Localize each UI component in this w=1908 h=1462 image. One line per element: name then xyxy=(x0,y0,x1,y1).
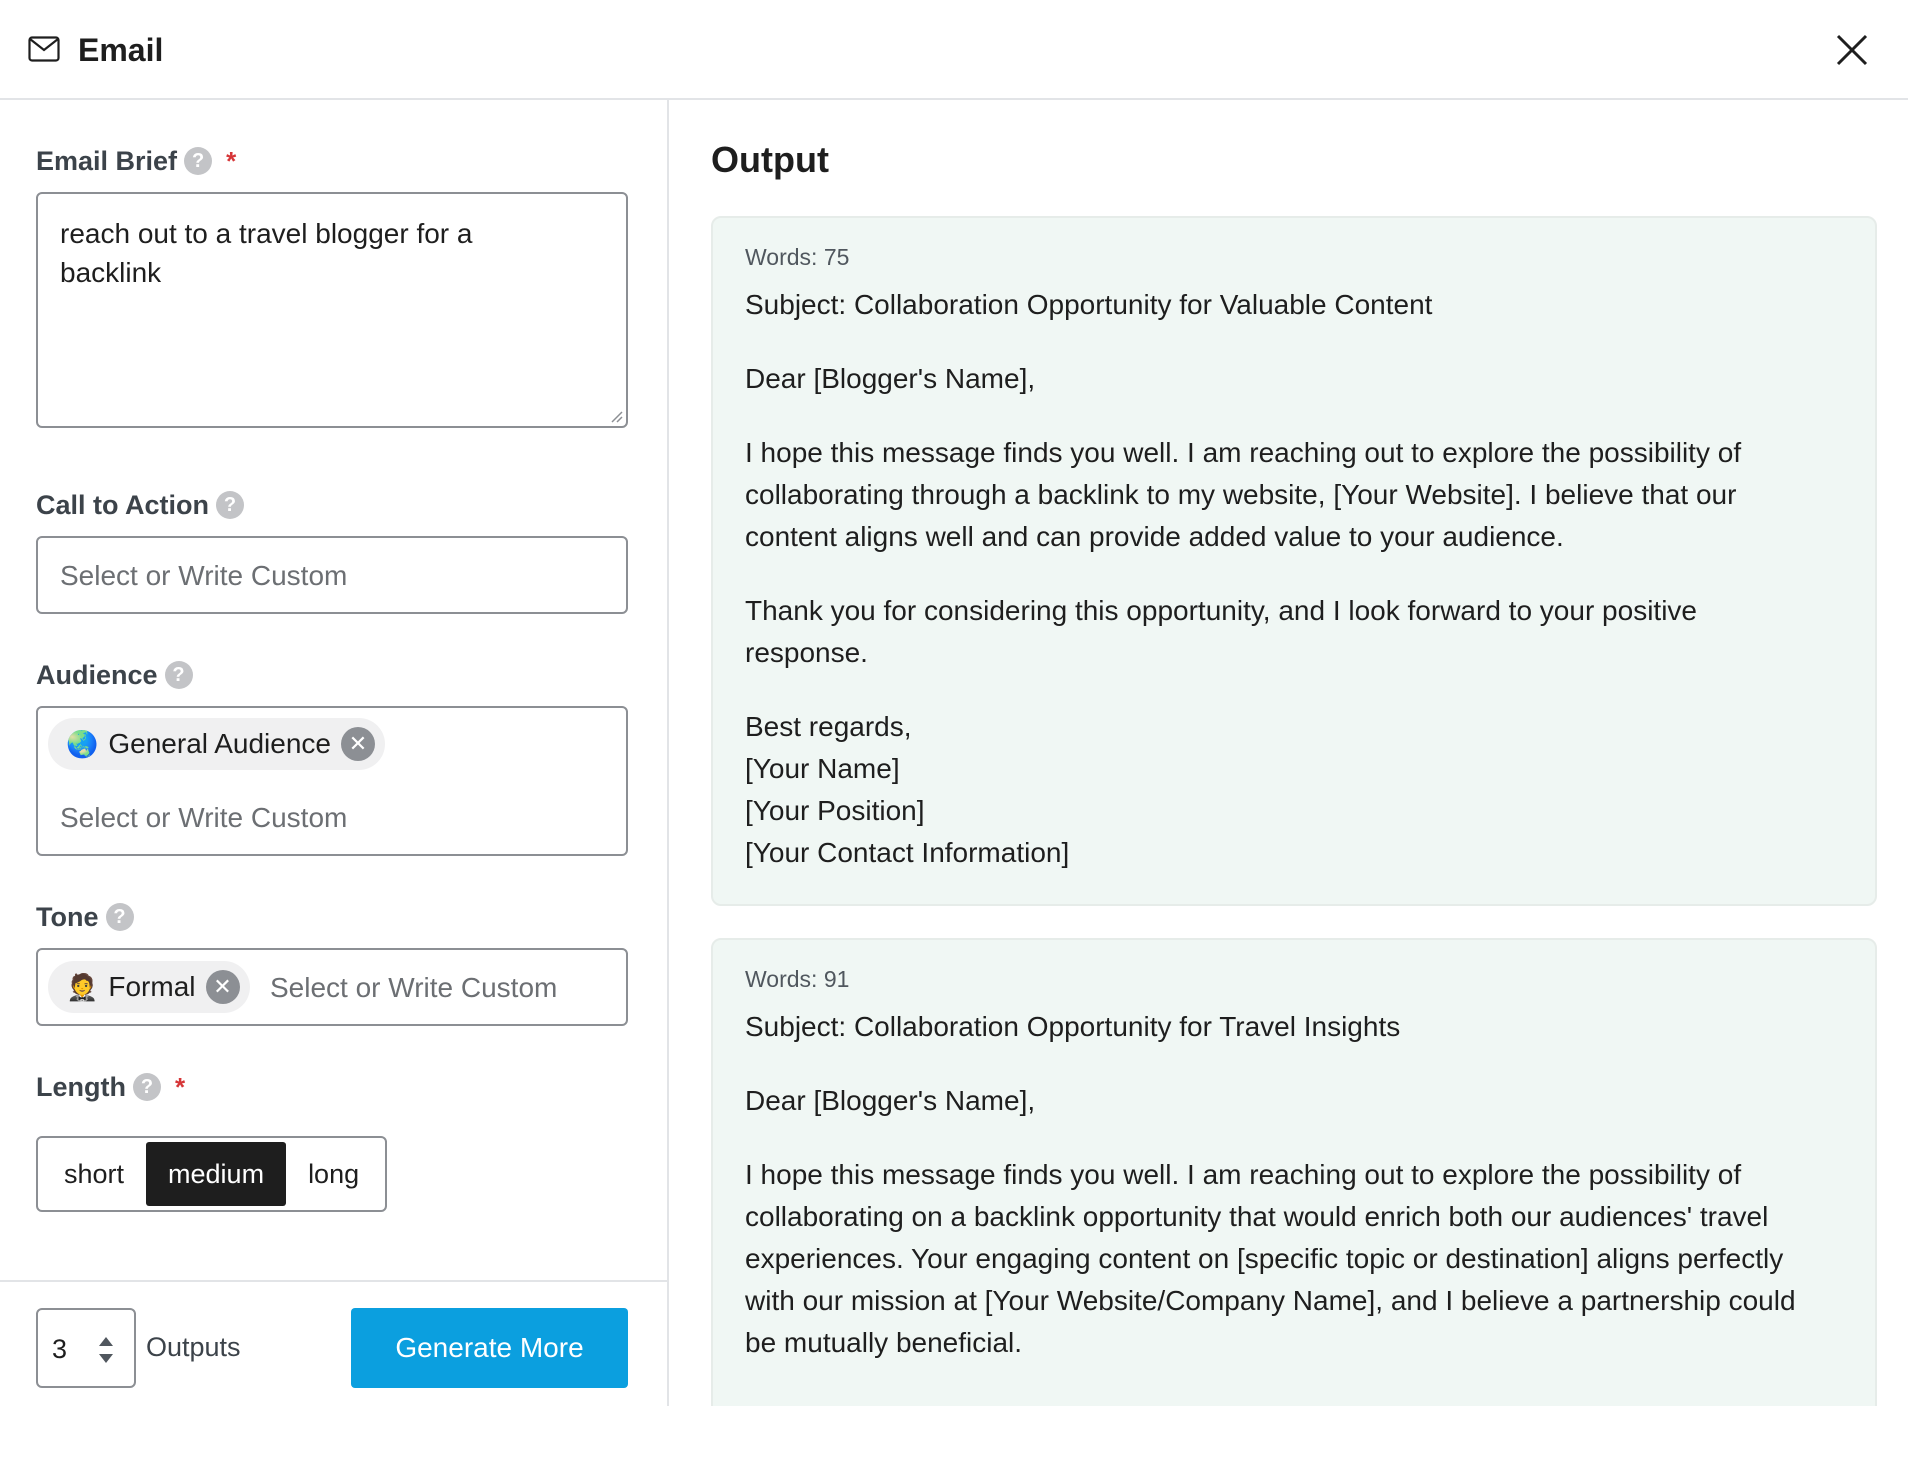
email-line: [Your Contact Information] xyxy=(745,837,1070,868)
email-line: collaborating on a backlink opportunity … xyxy=(745,1201,1769,1232)
outputs-label: Outputs xyxy=(146,1332,241,1362)
call-to-action-label: Call to Action ? xyxy=(36,488,244,522)
tone-label-text: Tone xyxy=(36,902,99,932)
resize-handle-icon[interactable] xyxy=(609,409,623,423)
email-subject: Subject: Collaboration Opportunity for V… xyxy=(745,289,1433,320)
modal-title: Email xyxy=(78,32,164,68)
length-segmented-control: short medium long xyxy=(36,1136,388,1212)
email-line: experiences. Your engaging content on [s… xyxy=(745,1243,1784,1274)
audience-input[interactable]: 🌏 General Audience ✕ Select or Write Cus… xyxy=(36,706,628,856)
output-panel: Output Words: 75 Subject: Collaboration … xyxy=(671,100,1908,1406)
tone-placeholder: Select or Write Custom xyxy=(270,972,558,1003)
email-brief-textarea[interactable]: reach out to a travel blogger for a back… xyxy=(36,192,628,428)
close-icon[interactable] xyxy=(1832,30,1872,70)
outputs-count-value: 3 xyxy=(52,1334,68,1364)
help-icon[interactable]: ? xyxy=(132,1073,161,1101)
outputs-count-stepper[interactable]: 3 xyxy=(36,1308,136,1388)
email-brief-value-line: reach out to a travel blogger for a xyxy=(60,218,473,249)
word-count: Words: 75 xyxy=(745,244,850,270)
email-line: I hope this message finds you well. I am… xyxy=(745,1159,1742,1190)
email-line: Best regards, xyxy=(745,711,912,742)
email-modal: Email Email Brief ? * reach out to a tra… xyxy=(0,0,1908,1406)
length-option-short[interactable]: short xyxy=(42,1142,146,1206)
email-greeting: Dear [Blogger's Name], xyxy=(745,1085,1036,1116)
email-brief-value-line: backlink xyxy=(60,257,162,288)
person-in-tuxedo-icon: 🤵 xyxy=(66,971,99,1002)
email-brief-label: Email Brief ? * xyxy=(36,144,236,178)
tone-chip-label: Formal xyxy=(108,971,196,1002)
tone-label: Tone ? xyxy=(36,900,134,934)
audience-placeholder: Select or Write Custom xyxy=(60,802,348,833)
email-line: Thank you for considering this opportuni… xyxy=(745,595,1697,626)
length-label-text: Length xyxy=(36,1072,126,1102)
email-brief-label-text: Email Brief xyxy=(36,146,178,176)
envelope-icon xyxy=(28,36,60,62)
call-to-action-placeholder: Select or Write Custom xyxy=(60,560,348,591)
length-option-long[interactable]: long xyxy=(286,1142,381,1206)
call-to-action-label-text: Call to Action xyxy=(36,490,209,520)
audience-label: Audience ? xyxy=(36,658,193,692)
length-label: Length ? * xyxy=(36,1070,185,1104)
required-mark: * xyxy=(174,1072,186,1102)
remove-chip-icon[interactable]: ✕ xyxy=(340,727,375,761)
email-line: I hope this message finds you well. I am… xyxy=(745,437,1742,468)
remove-chip-icon[interactable]: ✕ xyxy=(205,970,240,1004)
globe-icon: 🌏 xyxy=(66,728,99,759)
length-option-medium[interactable]: medium xyxy=(146,1142,287,1206)
output-card: Words: 91 Subject: Collaboration Opportu… xyxy=(711,938,1877,1406)
help-icon[interactable]: ? xyxy=(216,491,244,519)
form-footer: 3 Outputs Generate More xyxy=(0,1280,667,1406)
call-to-action-input[interactable]: Select or Write Custom xyxy=(36,536,628,614)
tone-input[interactable]: 🤵 Formal ✕ Select or Write Custom xyxy=(36,948,628,1026)
audience-label-text: Audience xyxy=(36,660,158,690)
email-line: [Your Position] xyxy=(745,795,925,826)
email-body: Subject: Collaboration Opportunity for T… xyxy=(745,1006,1843,1364)
email-line: be mutually beneficial. xyxy=(745,1327,1023,1358)
email-paragraph: I hope this message finds you well. I am… xyxy=(745,1154,1843,1364)
email-line: [Your Name] xyxy=(745,753,900,784)
audience-chip: 🌏 General Audience ✕ xyxy=(48,718,385,770)
email-body: Subject: Collaboration Opportunity for V… xyxy=(745,284,1843,874)
output-card: Words: 75 Subject: Collaboration Opportu… xyxy=(711,216,1877,906)
modal-header: Email xyxy=(0,0,1908,100)
email-line: with our mission at [Your Website/Compan… xyxy=(745,1285,1796,1316)
email-signoff: Best regards, [Your Name] [Your Position… xyxy=(745,706,1843,874)
help-icon[interactable]: ? xyxy=(184,147,213,175)
help-icon[interactable]: ? xyxy=(164,661,193,689)
email-greeting: Dear [Blogger's Name], xyxy=(745,363,1036,394)
generate-more-button[interactable]: Generate More xyxy=(351,1308,628,1388)
email-paragraph: I hope this message finds you well. I am… xyxy=(745,432,1843,558)
tone-chip: 🤵 Formal ✕ xyxy=(48,961,250,1013)
required-mark: * xyxy=(226,146,237,176)
stepper-arrows-icon[interactable] xyxy=(96,1334,116,1366)
email-subject: Subject: Collaboration Opportunity for T… xyxy=(745,1011,1401,1042)
email-line: content aligns well and can provide adde… xyxy=(745,521,1564,552)
form-panel: Email Brief ? * reach out to a travel bl… xyxy=(0,100,669,1406)
email-paragraph: Thank you for considering this opportuni… xyxy=(745,590,1843,674)
output-title: Output xyxy=(711,139,829,180)
word-count: Words: 91 xyxy=(745,966,850,992)
email-line: collaborating through a backlink to my w… xyxy=(745,479,1737,510)
email-line: response. xyxy=(745,637,868,668)
help-icon[interactable]: ? xyxy=(105,903,134,931)
audience-chip-label: General Audience xyxy=(108,728,331,759)
